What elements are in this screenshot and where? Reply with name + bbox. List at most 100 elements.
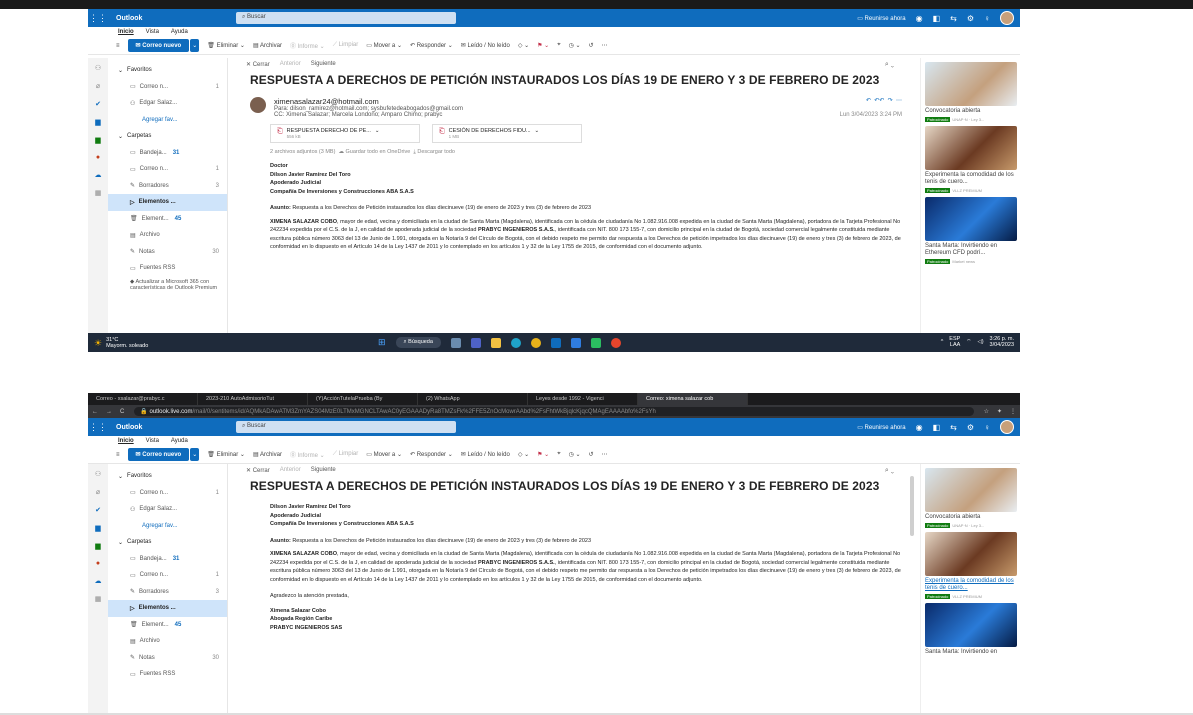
ad-image[interactable] <box>925 126 1017 170</box>
hamburger-icon[interactable]: ≡ <box>116 452 120 458</box>
next-button[interactable]: Siguiente <box>311 61 336 67</box>
settings-icon[interactable]: ⚙ <box>967 14 974 23</box>
windows-start-icon[interactable]: ⊞ <box>378 337 386 348</box>
tab-ayuda[interactable]: Ayuda <box>171 438 188 444</box>
folder-rss[interactable]: ▭ Fuentes RSS <box>108 260 227 277</box>
people-icon[interactable]: ⚇ <box>95 470 101 478</box>
reply-button[interactable]: ↶ Responder ⌄ <box>410 42 453 49</box>
premium-promo[interactable]: ◆ Actualizar a Microsoft 365 con caracte… <box>108 279 227 292</box>
forward-icon[interactable]: ↷ <box>888 98 893 104</box>
hamburger-icon[interactable]: ≡ <box>116 43 120 49</box>
reply-all-icon[interactable]: ↶↶ <box>874 98 884 104</box>
fav-item-edgar[interactable]: ⚇ Edgar Salaz... <box>108 95 227 112</box>
url-input[interactable]: 🔒 outlook.live.com/mail/0/sentitems/id/A… <box>134 407 974 416</box>
chevron-down-icon[interactable]: ⌄ <box>375 128 380 139</box>
todo-icon[interactable]: ✔ <box>95 506 101 514</box>
ad-title[interactable]: Convocatoria abierta <box>925 108 1016 115</box>
ad-title[interactable]: Convocatoria abierta <box>925 514 1016 521</box>
report-button[interactable]: ⓪ Informe ⌄ <box>290 41 325 50</box>
pin-icon[interactable]: ⌖ <box>557 451 560 458</box>
search-input[interactable]: ⌕ Buscar <box>236 12 456 24</box>
more-icon[interactable]: ⋯ <box>896 98 902 104</box>
settings-icon[interactable]: ⚙ <box>967 423 974 432</box>
avatar[interactable] <box>1000 420 1014 434</box>
store-icon[interactable] <box>550 337 561 348</box>
attach-icon[interactable]: ⌀ <box>96 488 100 496</box>
tab-vista[interactable]: Vista <box>146 29 159 35</box>
ad-image[interactable] <box>925 603 1017 647</box>
fav-item-edgar[interactable]: ⚇ Edgar Salaz... <box>108 501 227 518</box>
whatsapp-icon[interactable] <box>590 337 601 348</box>
onedrive-icon[interactable]: ☁ <box>95 577 102 585</box>
notes-icon[interactable]: ◧ <box>933 423 941 432</box>
read-unread-button[interactable]: ✉ Leído / No leído <box>461 451 510 458</box>
reading-scrollbar[interactable] <box>910 476 914 536</box>
favorites-header[interactable]: ⌄ Favoritos <box>108 62 227 79</box>
folder-archive[interactable]: ▤ Archivo <box>108 633 227 650</box>
sender-email[interactable]: ximenasalazar24@hotmail.com <box>274 97 463 106</box>
folder-junk[interactable]: ▭ Correo n... 1 <box>108 161 227 178</box>
ad-image[interactable] <box>925 62 1017 106</box>
todo-icon[interactable]: ✔ <box>95 100 101 108</box>
lang-indicator[interactable]: ESP LAA <box>949 336 960 348</box>
save-onedrive-link[interactable]: Guardar todo en OneDrive <box>346 149 411 155</box>
browser-tab[interactable]: Correo - xsalazar@prabyc.c <box>88 393 198 405</box>
favorites-header[interactable]: ⌄ Favoritos <box>108 468 227 485</box>
folders-header[interactable]: ⌄ Carpetas <box>108 128 227 145</box>
folder-inbox[interactable]: ▭ Bandeja... 31 <box>108 551 227 568</box>
ad-title[interactable]: Santa Marta: Invirtiendo en Ethereum CFD… <box>925 243 1016 257</box>
teams-icon[interactable]: ◉ <box>916 14 923 23</box>
app-launcher-icon[interactable]: ⋮⋮ <box>88 422 108 433</box>
folder-junk[interactable]: ▭ Correo n... 1 <box>108 567 227 584</box>
clock[interactable]: 3:26 p. m. 3/04/2023 <box>990 336 1014 348</box>
weather-widget[interactable]: ☀ 31°C Mayorm. soleado <box>88 337 248 349</box>
wifi-icon[interactable]: ⌔ <box>966 339 971 345</box>
move-to-button[interactable]: ▭ Mover a ⌄ <box>366 451 402 458</box>
powerpoint-icon[interactable]: ● <box>96 560 100 567</box>
file-explorer-icon[interactable] <box>490 337 501 348</box>
flag-icon[interactable]: ⚑ ⌄ <box>537 451 549 458</box>
tips-icon[interactable]: ♀ <box>984 14 990 23</box>
archive-button[interactable]: ▤ Archivar <box>253 451 282 458</box>
attachment-card[interactable]: ⎗ RESPUESTA DERECHO DE PE... 556 kB ⌄ <box>270 124 420 143</box>
close-button[interactable]: ✕ Cerrar <box>246 467 270 474</box>
zoom-icon[interactable]: ⌕ ⌄ <box>885 467 894 475</box>
folder-drafts[interactable]: ✎ Borradores 3 <box>108 584 227 601</box>
task-view-icon[interactable] <box>450 337 461 348</box>
back-icon[interactable]: ← <box>88 409 102 415</box>
reply-button[interactable]: ↶ Responder ⌄ <box>410 451 453 458</box>
folder-archive[interactable]: ▤ Archivo <box>108 227 227 244</box>
app-icon[interactable] <box>610 337 621 348</box>
teams-icon[interactable]: ◉ <box>916 423 923 432</box>
bell-icon[interactable]: ⇆ <box>950 423 957 432</box>
folder-deleted[interactable]: 🗑 Element... 45 <box>108 211 227 228</box>
folder-deleted[interactable]: 🗑 Element... 45 <box>108 617 227 634</box>
browser-tab-active[interactable]: Correo: ximena salazar cob <box>638 393 748 405</box>
fav-item-inbox[interactable]: ▭ Correo n... 1 <box>108 79 227 96</box>
apps-icon[interactable]: ▦ <box>95 189 102 197</box>
new-mail-button[interactable]: ✉ Correo nuevo <box>127 448 190 461</box>
fav-item-inbox[interactable]: ▭ Correo n... 1 <box>108 485 227 502</box>
ad-title[interactable]: Experimenta la comodidad de los tenis de… <box>925 172 1016 186</box>
previous-button[interactable]: Anterior <box>280 61 301 67</box>
people-icon[interactable]: ⚇ <box>95 64 101 72</box>
browser-tab[interactable]: 2023-210 AutoAdmisorioTut <box>198 393 308 405</box>
edge-icon[interactable] <box>510 337 521 348</box>
flag-icon[interactable]: ⚑ ⌄ <box>537 42 549 49</box>
tag-icon[interactable]: ◇ ⌄ <box>518 451 529 458</box>
folder-sent[interactable]: ▷ Elementos ... <box>108 194 227 211</box>
folder-inbox[interactable]: ▭ Bandeja... 31 <box>108 145 227 162</box>
teams-taskbar-icon[interactable] <box>470 337 481 348</box>
folders-header[interactable]: ⌄ Carpetas <box>108 534 227 551</box>
browser-tab[interactable]: (2) WhatsApp <box>418 393 528 405</box>
more-icon[interactable]: ⋯ <box>602 451 608 458</box>
avatar[interactable] <box>1000 11 1014 25</box>
powerpoint-icon[interactable]: ● <box>96 154 100 161</box>
next-button[interactable]: Siguiente <box>311 467 336 473</box>
browser-tab[interactable]: (Y)AcciónTutelaPrueba (By <box>308 393 418 405</box>
pin-icon[interactable]: ⌖ <box>557 42 560 49</box>
tab-inicio[interactable]: Inicio <box>118 29 134 35</box>
previous-button[interactable]: Anterior <box>280 467 301 473</box>
ad-title-link[interactable]: Experimenta la comodidad de los tenis de… <box>925 578 1016 592</box>
report-button[interactable]: ⓪ Informe ⌄ <box>290 450 325 459</box>
